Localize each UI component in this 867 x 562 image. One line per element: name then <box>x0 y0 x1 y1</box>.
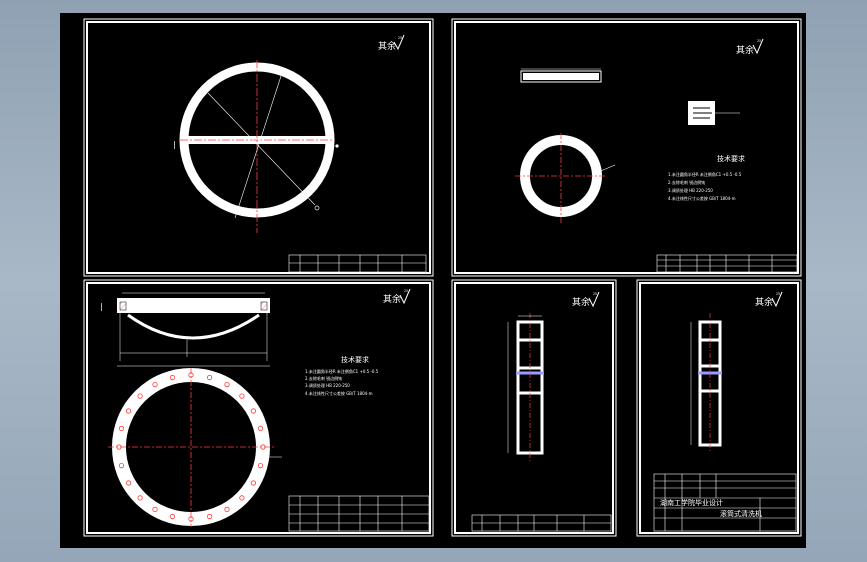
column-part <box>507 313 544 461</box>
roughness-note-top-left: 其余 <box>378 40 396 52</box>
sheet-border-top-right <box>451 18 802 277</box>
ring-top-section <box>117 298 270 313</box>
title-block-top-left <box>288 254 427 273</box>
tech-line: 2.去除毛刺 锐边倒钝 <box>668 179 705 185</box>
sheet-inner-frame-top-right <box>454 21 799 274</box>
title-block-bottom-middle <box>471 514 612 532</box>
sheet-bottom-left: 其余 25 | 技术要求 1.未注圆角半径R 未注倒角C1 +0.5 -0.5 … <box>100 288 430 532</box>
roughness-note-bottom-middle: 其余 <box>572 296 590 308</box>
cad-drawing-canvas[interactable]: 其余 25 | 其余 25 技术要求 1.未注圆角半径R 未注倒角C1 +0.5… <box>60 13 806 548</box>
sheet-top-left: 其余 25 | <box>173 34 427 273</box>
tech-line: 3.调质处理 HB 220-250 <box>668 187 713 193</box>
tech-requirements-title: 技术要求 <box>717 154 745 163</box>
tech-line: 4.未注线性尺寸公差按 GB/T 1804-m <box>668 195 736 201</box>
dimension-leader <box>234 72 283 219</box>
roughness-note-bottom-left: 其余 <box>383 293 401 305</box>
svg-text:25: 25 <box>593 292 597 296</box>
sheet-bottom-middle: 其余 25 <box>471 291 612 532</box>
tech-line: 1.未注圆角半径R 未注倒角C1 +0.5 -0.5 <box>305 368 379 374</box>
roughness-note-top-right: 其余 <box>736 44 754 56</box>
svg-text:25: 25 <box>757 39 761 43</box>
sheet-top-right: 其余 25 技术要求 1.未注圆角半径R 未注倒角C1 +0.5 -0.5 2.… <box>515 38 798 273</box>
roughness-note-bottom-right: 其余 <box>755 296 773 308</box>
title-block-product: 滚筒式清洗机 <box>720 509 762 518</box>
svg-text:25: 25 <box>404 289 408 293</box>
tech-requirements-title: 技术要求 <box>341 355 369 364</box>
tech-line: 2.去除毛刺 锐边倒钝 <box>305 375 342 381</box>
svg-text:|: | <box>100 302 103 311</box>
dimension-leader <box>207 92 316 206</box>
cad-drawing: 其余 25 | 其余 25 技术要求 1.未注圆角半径R 未注倒角C1 +0.5… <box>83 18 802 537</box>
sheet-inner-frame-top-left <box>86 21 431 274</box>
tech-line: 3.调质处理 HB 220-250 <box>305 382 350 388</box>
title-block-bottom-left <box>288 495 430 532</box>
sheet-border-bottom-middle <box>451 279 617 537</box>
svg-text:25: 25 <box>776 292 780 296</box>
column-part <box>690 313 722 453</box>
sheet-bottom-right: 其余 25 湖南工学院毕业设计 滚筒式清洗机 <box>653 291 797 532</box>
tech-line: 1.未注圆角半径R 未注倒角C1 +0.5 -0.5 <box>668 171 742 177</box>
roughness-value: 25 <box>398 36 402 40</box>
title-block-top-right <box>656 254 798 273</box>
tech-line: 4.未注线性尺寸公差按 GB/T 1804-m <box>305 390 373 396</box>
sheet-border-top-left <box>83 18 434 277</box>
title-block-school: 湖南工学院毕业设计 <box>660 498 723 507</box>
svg-text:|: | <box>173 140 176 149</box>
